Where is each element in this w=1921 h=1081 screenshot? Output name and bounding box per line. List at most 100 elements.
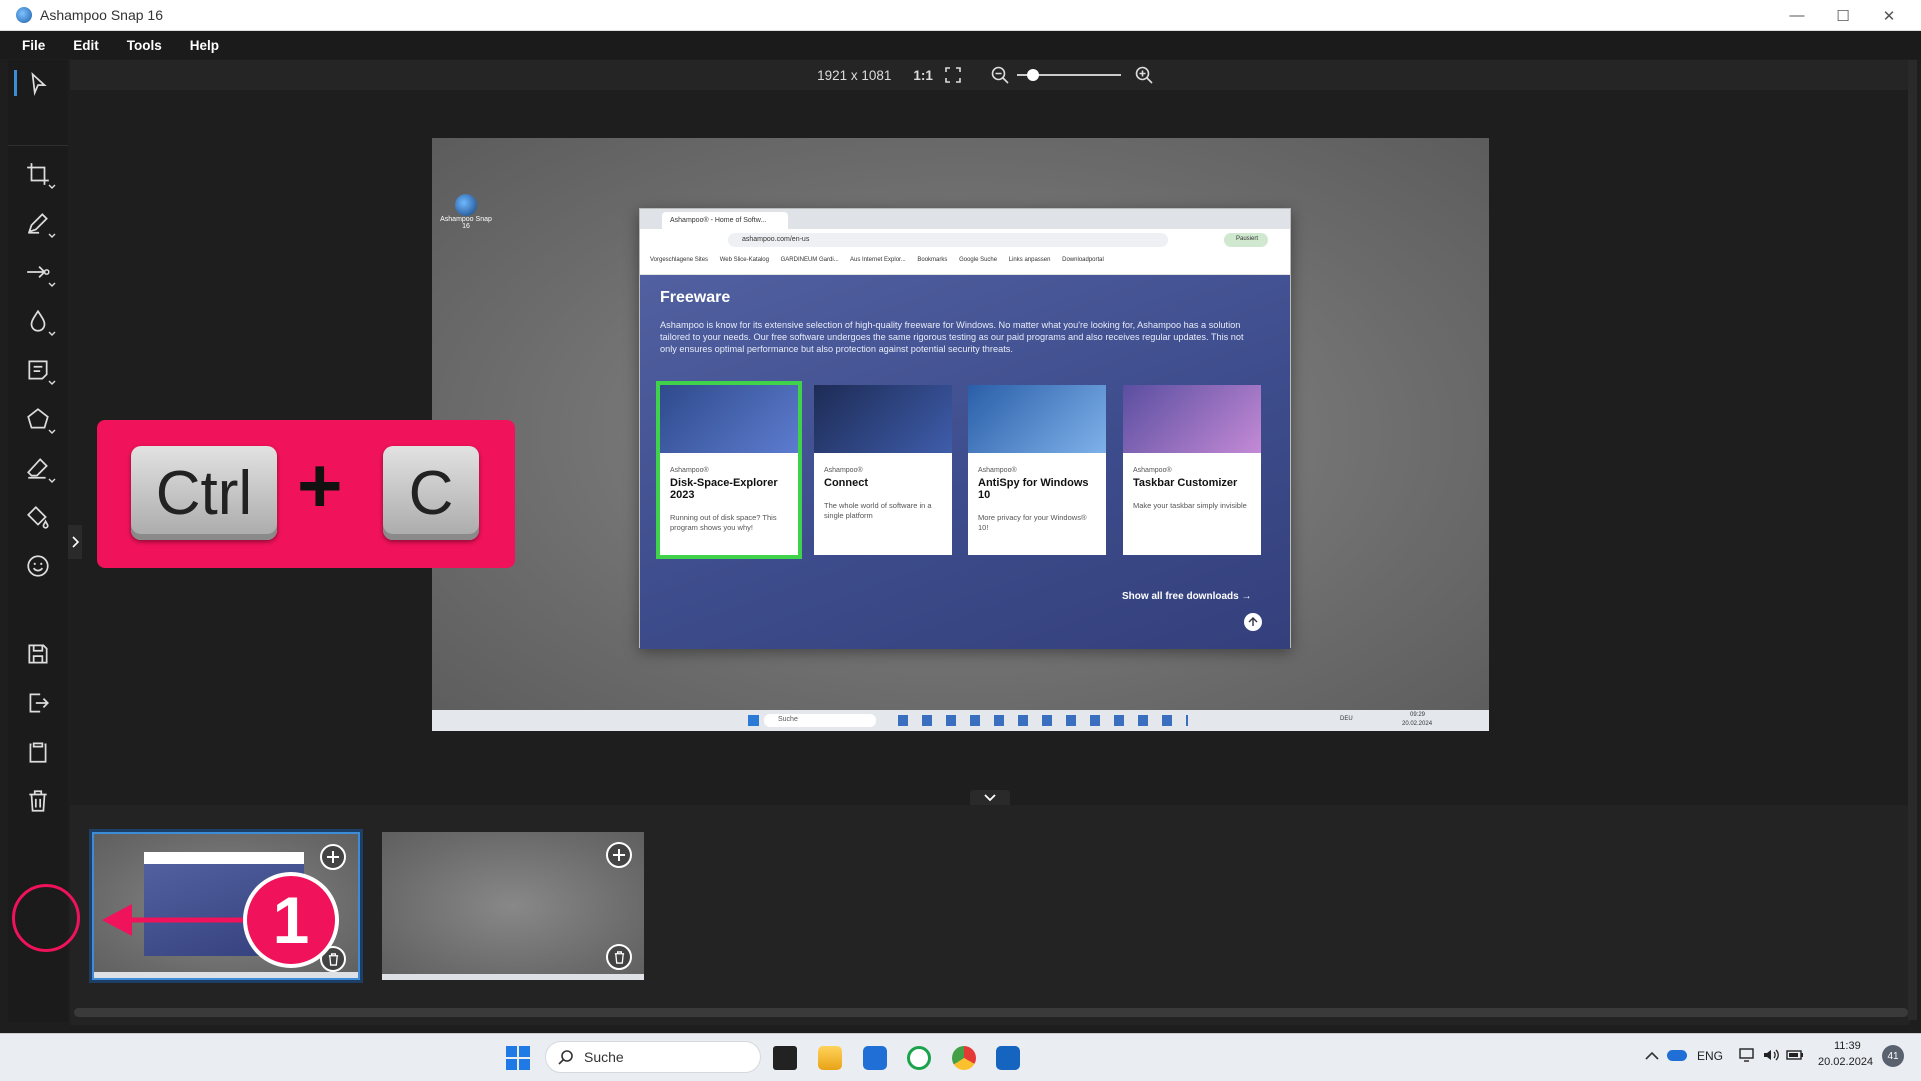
outlook-icon[interactable] [996,1046,1020,1070]
chevron-up-icon[interactable] [1645,1050,1659,1060]
shortcut-overlay: Ctrl + C [97,420,515,568]
browser-window: Ashampoo® - Home of Softw... ashampoo.co… [639,208,1291,649]
minimize-button[interactable]: — [1774,0,1820,31]
sticker-tool-button[interactable] [16,544,60,588]
freeware-intro: Ashampoo is know for its extensive selec… [660,320,1244,354]
product-name: Connect [824,477,868,489]
browser-tab: Ashampoo® - Home of Softw... [662,212,788,229]
menu-edit[interactable]: Edit [73,38,99,53]
product-desc: Make your taskbar simply invisible [1133,501,1247,510]
chrome-icon[interactable] [952,1046,976,1070]
product-card-connect: Ashampoo® Connect The whole world of sof… [814,385,952,555]
start-button[interactable] [506,1046,530,1070]
thumbnail-add-button[interactable] [606,842,632,868]
product-brand: Ashampoo® [670,467,709,474]
product-image [814,385,952,453]
menu-tools[interactable]: Tools [127,38,162,53]
blur-tool-button[interactable] [16,299,60,343]
trash-icon [328,952,338,966]
fill-tool-button[interactable] [16,495,60,539]
thumbnail-add-button[interactable] [320,844,346,870]
show-all-link: Show all free downloads → [1122,591,1252,602]
image-dimensions: 1921 x 1081 [817,67,892,83]
zoom-slider[interactable] [1016,67,1121,83]
bookmark: Vorgeschlagene Sites [650,257,709,263]
chevron-down-icon [48,184,56,189]
zoom-slider-handle[interactable] [1026,69,1039,81]
product-card-taskbar: Ashampoo® Taskbar Customizer Make your t… [1123,385,1261,555]
highlight-circle [12,884,80,952]
plus-sign: + [297,441,343,529]
arrow-tool-button[interactable] [16,250,60,294]
clock-date[interactable]: 20.02.2024 [1818,1056,1873,1068]
select-tool-button[interactable] [16,62,60,106]
left-toolbar [8,60,68,1022]
key-c: C [383,446,479,540]
inner-time: 09:29 [1410,712,1426,718]
product-desc: The whole world of software in a single … [824,501,932,520]
export-icon [29,693,49,713]
key-c-label: C [408,458,454,528]
desktop-shortcut: Ashampoo Snap 16 [436,194,496,230]
volume-icon[interactable] [1762,1046,1780,1064]
fit-screen-icon[interactable] [945,67,961,83]
trash-icon [614,950,624,964]
inner-search-label: Suche [778,716,798,723]
scroll-top-button [1244,613,1262,631]
bookmark: Aus Internet Explor... [850,257,906,263]
product-desc: More privacy for your Windows® 10! [978,513,1087,532]
delete-button[interactable] [16,779,60,823]
app-green-icon[interactable] [907,1046,931,1070]
thumbnail-delete-button[interactable] [606,944,632,970]
eraser-tool-button[interactable] [16,446,60,490]
thumbnail-2[interactable] [382,832,644,980]
maximize-button[interactable]: ☐ [1820,0,1866,31]
shape-tool-button[interactable] [16,397,60,441]
notification-badge[interactable]: 41 [1882,1045,1904,1067]
zoom-out-icon[interactable] [991,66,1009,84]
freeware-section: Freeware Ashampoo is know for its extens… [640,275,1290,649]
product-name: AntiSpy for Windows 10 [978,477,1089,501]
file-explorer-icon[interactable] [818,1046,842,1070]
export-button[interactable] [16,681,60,725]
pen-tool-button[interactable] [16,201,60,245]
expand-panel-button[interactable] [68,525,82,559]
app-logo-icon [16,7,32,23]
plus-icon [613,849,625,861]
save-icon [28,644,48,664]
copy-to-clipboard-button[interactable] [16,730,60,774]
view-toolbar: 1921 x 1081 1:1 [70,60,1910,90]
taskbar-search-placeholder: Suche [584,1049,624,1065]
clock-time[interactable]: 11:39 [1834,1040,1861,1052]
bookmark: Web Slice-Katalog [719,257,769,263]
browser-addressbar: ashampoo.com/en-us Pausiert [640,229,1290,251]
ratio-button[interactable]: 1:1 [913,68,933,83]
zoom-in-icon[interactable] [1135,66,1153,84]
store-icon[interactable] [863,1046,887,1070]
battery-icon[interactable] [1786,1046,1804,1064]
menu-file[interactable]: File [22,38,45,53]
menu-help[interactable]: Help [190,38,219,53]
chevron-down-icon [48,282,56,287]
crop-tool-button[interactable] [16,152,60,196]
notification-count: 41 [1887,1050,1899,1062]
close-button[interactable]: ✕ [1866,0,1912,31]
chevron-down-icon [48,331,56,336]
network-icon[interactable] [1738,1046,1756,1064]
bookmarks-bar: Vorgeschlagene Sites Web Slice-Katalog G… [640,251,1290,275]
horizontal-scrollbar[interactable] [74,1008,1908,1017]
language-indicator[interactable]: ENG [1697,1049,1723,1063]
chevron-down-icon [48,233,56,238]
save-button[interactable] [16,632,60,676]
taskbar-search[interactable]: Suche [545,1041,761,1073]
collapse-strip-button[interactable] [970,790,1010,806]
browser-profile-chip: Pausiert [1224,233,1268,247]
text-tool-button[interactable] [16,348,60,392]
task-view-icon[interactable] [773,1046,797,1070]
bookmark: Downloadportal [1062,257,1104,263]
vertical-scrollbar[interactable] [1908,60,1917,1020]
product-name: Taskbar Customizer [1133,477,1238,489]
arrow-up-icon [1248,617,1258,626]
chevron-right-icon [72,536,79,548]
onedrive-icon[interactable] [1667,1050,1687,1061]
